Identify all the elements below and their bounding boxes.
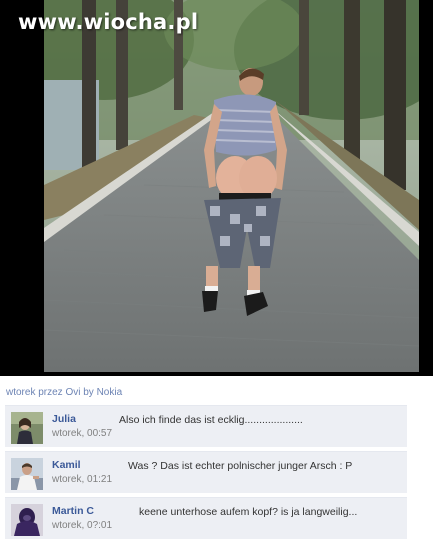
- comment-text: keene unterhose aufem kopf? is ja langwe…: [139, 506, 358, 518]
- avatar[interactable]: [11, 412, 43, 444]
- comments-list: Julia wtorek, 00:57 Also ich finde das i…: [5, 405, 407, 543]
- avatar-kamil-image: [11, 458, 43, 490]
- avatar[interactable]: [11, 458, 43, 490]
- avatar[interactable]: [11, 504, 43, 536]
- comment-item: Kamil wtorek, 01:21 Was ? Das ist echter…: [5, 451, 407, 493]
- comment-author[interactable]: Martin C: [52, 505, 94, 517]
- photo-frame: www.wiocha.pl: [0, 0, 433, 376]
- comment-item: Julia wtorek, 00:57 Also ich finde das i…: [5, 405, 407, 447]
- post-meta[interactable]: wtorek przez Ovi by Nokia: [6, 387, 122, 398]
- comment-author[interactable]: Julia: [52, 413, 76, 425]
- avatar-julia-image: [11, 412, 43, 444]
- comment-timestamp[interactable]: wtorek, 0?:01: [52, 520, 112, 531]
- comment-text: Was ? Das ist echter polnischer junger A…: [128, 460, 353, 472]
- photo-scene: [44, 0, 419, 372]
- comment-item: Martin C wtorek, 0?:01 keene unterhose a…: [5, 497, 407, 539]
- comment-author[interactable]: Kamil: [52, 459, 81, 471]
- post-photo[interactable]: [44, 0, 419, 372]
- comment-text: Also ich finde das ist ecklig...........…: [119, 414, 303, 426]
- avatar-martin-image: [11, 504, 43, 536]
- comment-timestamp[interactable]: wtorek, 01:21: [52, 474, 112, 485]
- watermark-logo: www.wiocha.pl: [18, 10, 199, 34]
- comment-timestamp[interactable]: wtorek, 00:57: [52, 428, 112, 439]
